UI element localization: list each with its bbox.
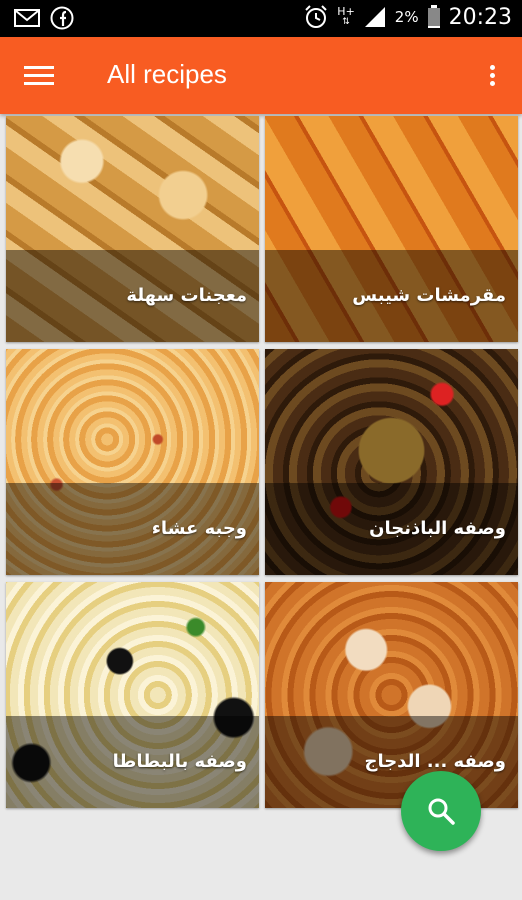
data-arrows-icon: ⇅ <box>342 17 350 27</box>
recipe-card[interactable]: مقرمشات شيبس <box>265 116 518 342</box>
recipe-title: معجنات سهلة <box>126 285 247 306</box>
network-indicator: H+ ⇅ <box>337 6 355 28</box>
search-fab[interactable] <box>401 771 481 851</box>
menu-icon <box>24 66 58 85</box>
status-bar: H+ ⇅ 2% 20:23 <box>0 0 522 37</box>
page-title: All recipes <box>107 59 227 89</box>
alarm-icon <box>305 5 328 28</box>
search-icon <box>428 798 455 825</box>
recipe-card[interactable]: وصفه بالبطاطا <box>6 582 259 808</box>
notification-icons <box>14 6 74 30</box>
battery-percent: 2% <box>394 8 419 26</box>
recipe-card[interactable]: وصفه الباذنجان <box>265 349 518 575</box>
recipe-card[interactable]: وجبه عشاء <box>6 349 259 575</box>
overflow-menu-button[interactable] <box>482 62 502 90</box>
recipe-title: مقرمشات شيبس <box>352 285 506 306</box>
recipe-title: وجبه عشاء <box>151 518 247 539</box>
system-icons: H+ ⇅ 2% 20:23 <box>303 4 512 30</box>
recipe-card[interactable]: وصفه ... الدجاج <box>265 582 518 808</box>
facebook-icon <box>50 6 74 30</box>
recipe-title: وصفه الباذنجان <box>369 518 506 539</box>
network-type: H+ <box>337 5 355 18</box>
recipe-title: وصفه بالبطاطا <box>112 751 247 772</box>
menu-button[interactable] <box>24 61 58 91</box>
app-bar: All recipes <box>0 37 522 114</box>
mail-icon <box>14 9 40 27</box>
recipe-card[interactable]: معجنات سهلة <box>6 116 259 342</box>
recipe-grid: معجنات سهلة مقرمشات شيبس وجبه عشاء وصفه … <box>6 116 518 808</box>
clock: 20:23 <box>448 4 512 30</box>
overflow-menu-icon <box>482 65 502 86</box>
battery-icon <box>427 5 440 28</box>
signal-icon <box>364 7 385 27</box>
recipe-title: وصفه ... الدجاج <box>364 751 506 772</box>
